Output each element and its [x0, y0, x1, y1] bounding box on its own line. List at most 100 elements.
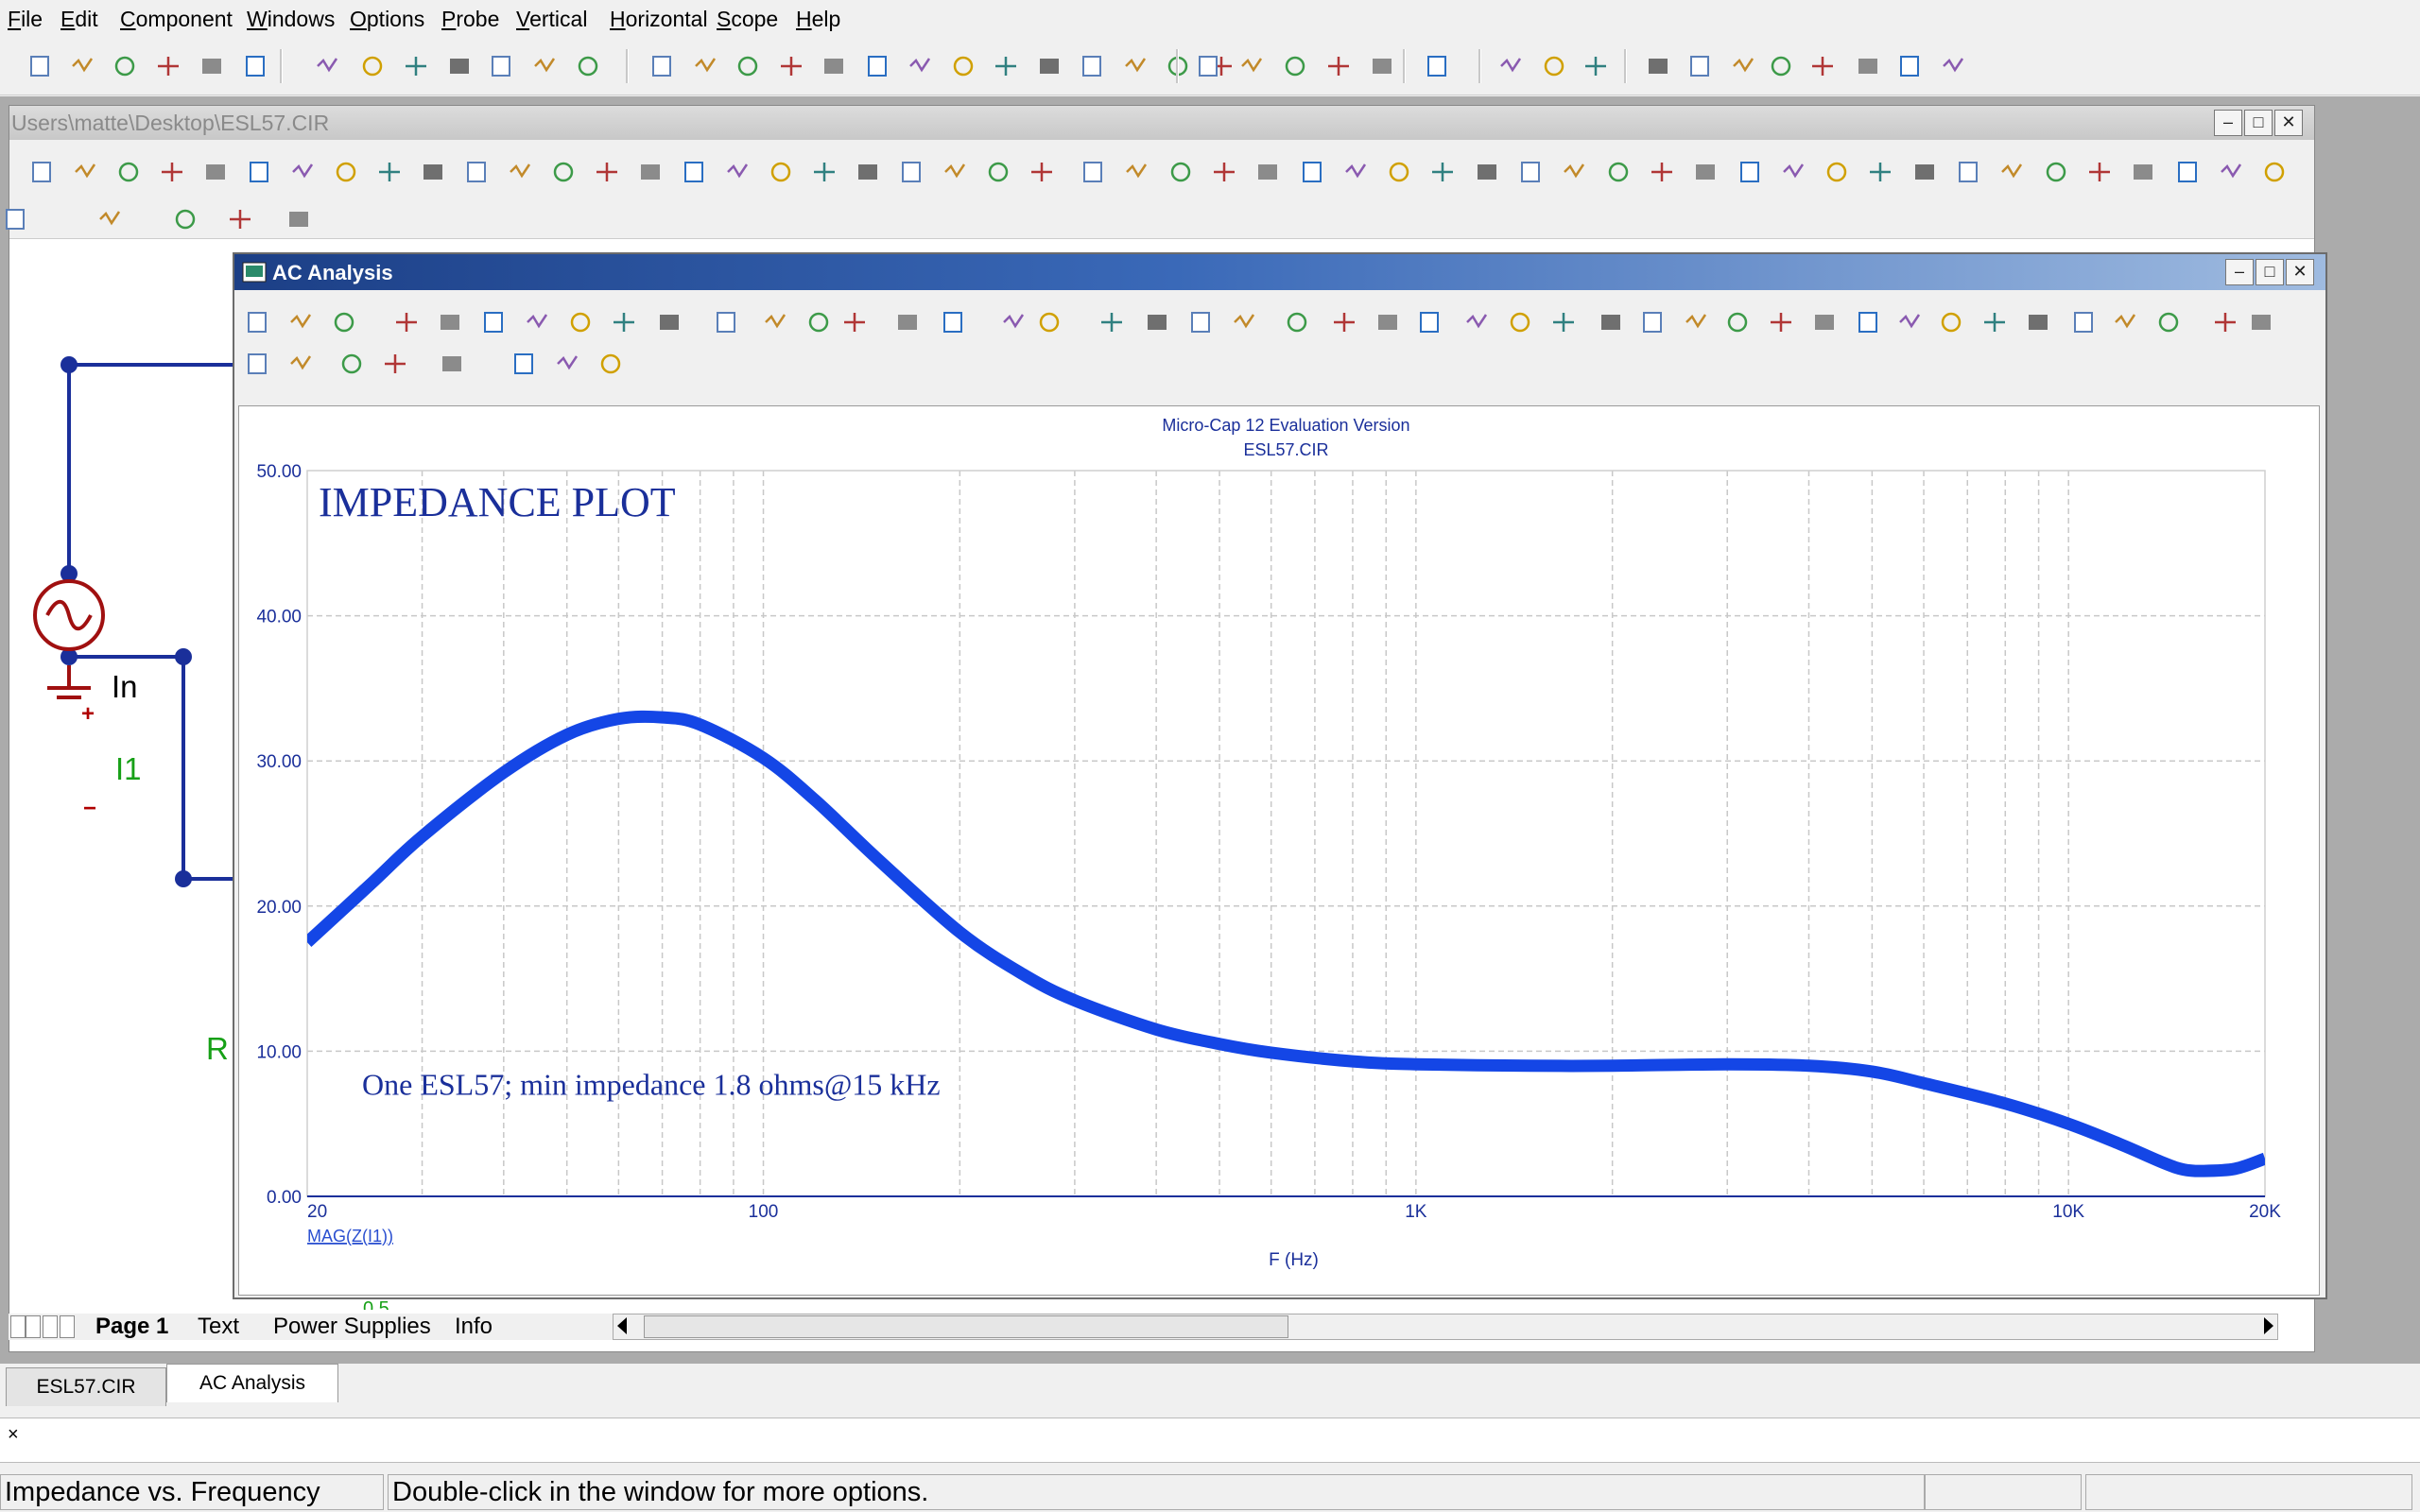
schem-wire-icon[interactable] [635, 157, 666, 187]
command-close-icon[interactable]: × [8, 1424, 19, 1446]
schem-paste-icon[interactable] [461, 157, 492, 187]
main-print-icon[interactable] [240, 51, 270, 81]
scroll-left-arrow-icon[interactable] [617, 1317, 627, 1334]
ac-save-icon[interactable] [2210, 307, 2240, 337]
ac-lamp-icon[interactable] [1373, 307, 1403, 337]
main-new-icon[interactable] [25, 51, 55, 81]
main-undo-icon[interactable] [312, 51, 342, 81]
schem-tool-undo-icon[interactable] [1340, 157, 1371, 187]
main-redo-icon[interactable] [357, 51, 388, 81]
ac-page-icon[interactable] [1681, 307, 1711, 337]
ac-probe-icon[interactable] [1329, 307, 1359, 337]
main-comp-paste-icon[interactable] [1077, 51, 1107, 81]
horizontal-scrollbar[interactable] [613, 1314, 2278, 1340]
schem-print-icon[interactable] [244, 157, 274, 187]
page-tab-text[interactable]: Text [198, 1314, 266, 1340]
ac-row2-reload-icon[interactable] [380, 349, 410, 379]
main-view-ground-icon[interactable] [1807, 51, 1838, 81]
main-view-paste-icon[interactable] [1685, 51, 1715, 81]
schem-ground-icon[interactable] [592, 157, 622, 187]
main-view-inductor-icon[interactable] [1938, 51, 1968, 81]
ac-switch-icon[interactable] [1142, 307, 1172, 337]
ac-window-icon[interactable] [1596, 307, 1626, 337]
schem-tool-capacitor-icon[interactable] [1735, 157, 1765, 187]
doc-tab-ac-analysis[interactable]: AC Analysis [166, 1364, 338, 1402]
ac-reload-icon[interactable] [2246, 307, 2276, 337]
ac-tile-horizontal-icon[interactable] [1505, 307, 1535, 337]
ac-chip-icon[interactable] [1894, 307, 1925, 337]
main-view-cut-icon[interactable] [1581, 51, 1611, 81]
ac-opamp-icon[interactable] [1185, 307, 1216, 337]
ac-ground-icon[interactable] [839, 307, 870, 337]
ac-diode-icon[interactable] [1034, 307, 1064, 337]
ac-list-icon[interactable] [1936, 307, 1966, 337]
ac-row2-save-icon[interactable] [337, 349, 367, 379]
schem-tool-print-icon[interactable] [1297, 157, 1327, 187]
ac-row2-undo-icon[interactable] [552, 349, 582, 379]
menu-horizontal[interactable]: Horizontal [610, 7, 708, 32]
schem-tool-switch-icon[interactable] [1910, 157, 1940, 187]
main-comp-delete-icon[interactable] [1120, 51, 1150, 81]
schem-probe-icon[interactable] [1027, 157, 1057, 187]
schem-row2-new-icon[interactable] [0, 204, 30, 234]
schem-copy-icon[interactable] [418, 157, 448, 187]
schem-row2-preview-icon[interactable] [284, 204, 314, 234]
main-paste-icon[interactable] [486, 51, 516, 81]
main-view-undo-icon[interactable] [1495, 51, 1526, 81]
ac-transistor-icon[interactable] [1097, 307, 1127, 337]
ac-delete-icon[interactable] [760, 307, 790, 337]
ac-row2-redo-icon[interactable] [596, 349, 626, 379]
schem-tool-redo-icon[interactable] [1384, 157, 1414, 187]
ac-tile-vertical-icon[interactable] [1461, 307, 1492, 337]
ac-maximize-icon[interactable] [1853, 307, 1883, 337]
menu-options[interactable]: Options [350, 7, 424, 32]
schem-tool-new-icon[interactable] [1078, 157, 1108, 187]
series-legend-label[interactable]: MAG(Z(I1)) [307, 1227, 393, 1246]
page-tab-page-1[interactable]: Page 1 [95, 1314, 194, 1340]
main-preview-icon[interactable] [197, 51, 227, 81]
page-nav-first-icon[interactable] [10, 1315, 26, 1338]
schem-tool-wire-icon[interactable] [1690, 157, 1720, 187]
ac-print-icon[interactable] [478, 307, 509, 337]
menu-probe[interactable]: Probe [441, 7, 499, 32]
schem-tool-delete-icon[interactable] [1559, 157, 1589, 187]
menu-file[interactable]: File [8, 7, 43, 32]
ac-battery-icon[interactable] [1282, 307, 1312, 337]
ac-fuse-icon[interactable] [1229, 307, 1259, 337]
main-comp-reload-icon[interactable] [776, 51, 806, 81]
schem-tool-transistor-icon[interactable] [1865, 157, 1895, 187]
main-view-capacitor-icon[interactable] [1894, 51, 1925, 81]
schem-tool-select-icon[interactable] [1603, 157, 1634, 187]
ac-undo-icon[interactable] [522, 307, 552, 337]
ac-wrench-icon[interactable] [1979, 307, 2010, 337]
ac-reload-icon[interactable] [391, 307, 422, 337]
schem-tool-save-icon[interactable] [1166, 157, 1196, 187]
ac-tile-icon[interactable] [1548, 307, 1579, 337]
schem-fuse-icon[interactable] [940, 157, 970, 187]
schem-row2-save-icon[interactable] [170, 204, 200, 234]
schem-tool-copy-icon[interactable] [1472, 157, 1502, 187]
schem-capacitor-icon[interactable] [679, 157, 709, 187]
series-line-mag-z[interactable] [307, 710, 2265, 1177]
schem-tool-ground-icon[interactable] [1647, 157, 1677, 187]
ac-open-icon[interactable] [285, 307, 316, 337]
menu-vertical[interactable]: Vertical [516, 7, 587, 32]
main-comp-copy-icon[interactable] [1034, 51, 1064, 81]
schem-tool-diode-icon[interactable] [1822, 157, 1852, 187]
schem-tool-tile-vertical-icon[interactable] [2216, 157, 2246, 187]
main-comp-preview-icon[interactable] [819, 51, 849, 81]
schem-transistor-icon[interactable] [809, 157, 839, 187]
ac-row2-open-icon[interactable] [285, 349, 316, 379]
ac-paste-icon[interactable] [711, 307, 741, 337]
menu-component[interactable]: Component [120, 7, 233, 32]
main-reload-icon[interactable] [153, 51, 183, 81]
main-comp-cut-icon[interactable] [991, 51, 1021, 81]
main-delete-icon[interactable] [529, 51, 560, 81]
schematic-maximize-button[interactable]: □ [2244, 110, 2273, 136]
schem-switch-icon[interactable] [853, 157, 883, 187]
ac-settings-icon[interactable] [1722, 307, 1753, 337]
schem-cut-icon[interactable] [374, 157, 405, 187]
main-comp-print-icon[interactable] [862, 51, 892, 81]
main-comp-open-icon[interactable] [690, 51, 720, 81]
main-view-save-icon[interactable] [1280, 51, 1310, 81]
